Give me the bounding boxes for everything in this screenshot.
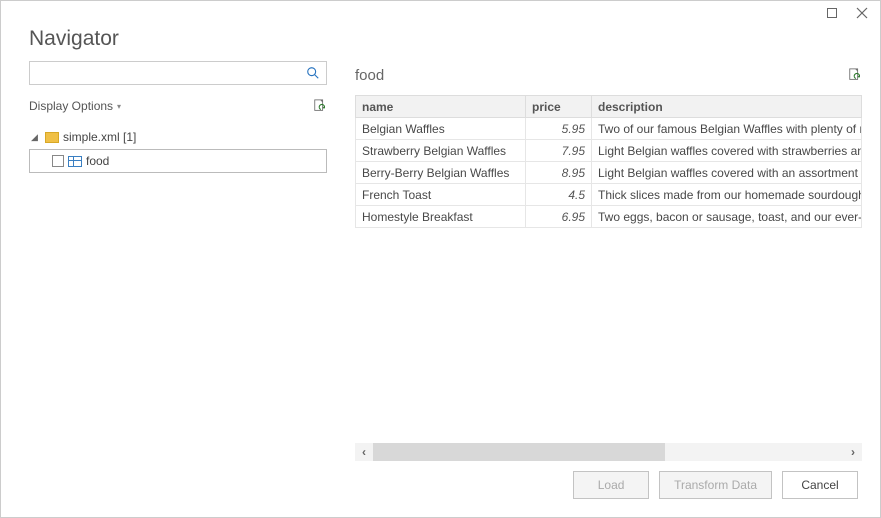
tree-item-food[interactable]: food [29,149,327,173]
close-icon[interactable] [856,7,868,19]
scrollbar-track[interactable] [373,443,844,461]
cell-description: Thick slices made from our homemade sour… [592,184,862,206]
table-row[interactable]: Belgian Waffles 5.95 Two of our famous B… [356,118,862,140]
preview-refresh-icon[interactable] [848,68,862,82]
checkbox[interactable] [52,155,64,167]
cell-price: 5.95 [526,118,592,140]
column-header-description[interactable]: description [592,96,862,118]
search-input-wrap[interactable] [29,61,327,85]
column-header-price[interactable]: price [526,96,592,118]
table-row[interactable]: French Toast 4.5 Thick slices made from … [356,184,862,206]
cell-description: Two of our famous Belgian Waffles with p… [592,118,862,140]
tree-root-item[interactable]: ◢ simple.xml [1] [29,125,327,149]
scroll-right-icon[interactable]: › [844,443,862,461]
cell-description: Light Belgian waffles covered with an as… [592,162,862,184]
search-icon[interactable] [306,66,320,80]
display-options-label: Display Options [29,99,113,113]
table-row[interactable]: Homestyle Breakfast 6.95 Two eggs, bacon… [356,206,862,228]
cell-name: Belgian Waffles [356,118,526,140]
cell-price: 6.95 [526,206,592,228]
table-header-row: name price description [356,96,862,118]
cell-name: Homestyle Breakfast [356,206,526,228]
data-table: name price description Belgian Waffles 5… [355,95,862,228]
cancel-button[interactable]: Cancel [782,471,858,499]
tree-item-label: food [86,154,109,168]
maximize-icon[interactable] [826,7,838,19]
folder-icon [45,132,59,143]
horizontal-scrollbar[interactable]: ‹ › [355,443,862,461]
tree-root-label: simple.xml [1] [63,130,136,144]
scroll-left-icon[interactable]: ‹ [355,443,373,461]
cell-name: Strawberry Belgian Waffles [356,140,526,162]
cell-name: Berry-Berry Belgian Waffles [356,162,526,184]
cell-price: 7.95 [526,140,592,162]
table-row[interactable]: Berry-Berry Belgian Waffles 8.95 Light B… [356,162,862,184]
cell-price: 4.5 [526,184,592,206]
table-row[interactable]: Strawberry Belgian Waffles 7.95 Light Be… [356,140,862,162]
navigator-sidebar: Display Options ▾ ◢ simple.xml [1] [29,61,327,461]
preview-panel: food name price descri [355,61,862,461]
display-options-dropdown[interactable]: Display Options ▾ [29,99,121,113]
preview-title: food [355,67,384,84]
load-button[interactable]: Load [573,471,649,499]
collapse-toggle-icon[interactable]: ◢ [31,132,41,143]
cell-description: Two eggs, bacon or sausage, toast, and o… [592,206,862,228]
refresh-icon[interactable] [313,99,327,113]
scrollbar-thumb[interactable] [373,443,665,461]
page-title: Navigator [29,27,852,51]
cell-description: Light Belgian waffles covered with straw… [592,140,862,162]
source-tree: ◢ simple.xml [1] food [29,125,327,173]
cell-price: 8.95 [526,162,592,184]
search-input[interactable] [36,66,306,80]
table-icon [68,156,82,167]
cell-name: French Toast [356,184,526,206]
column-header-name[interactable]: name [356,96,526,118]
transform-data-button[interactable]: Transform Data [659,471,772,499]
chevron-down-icon: ▾ [117,102,121,111]
